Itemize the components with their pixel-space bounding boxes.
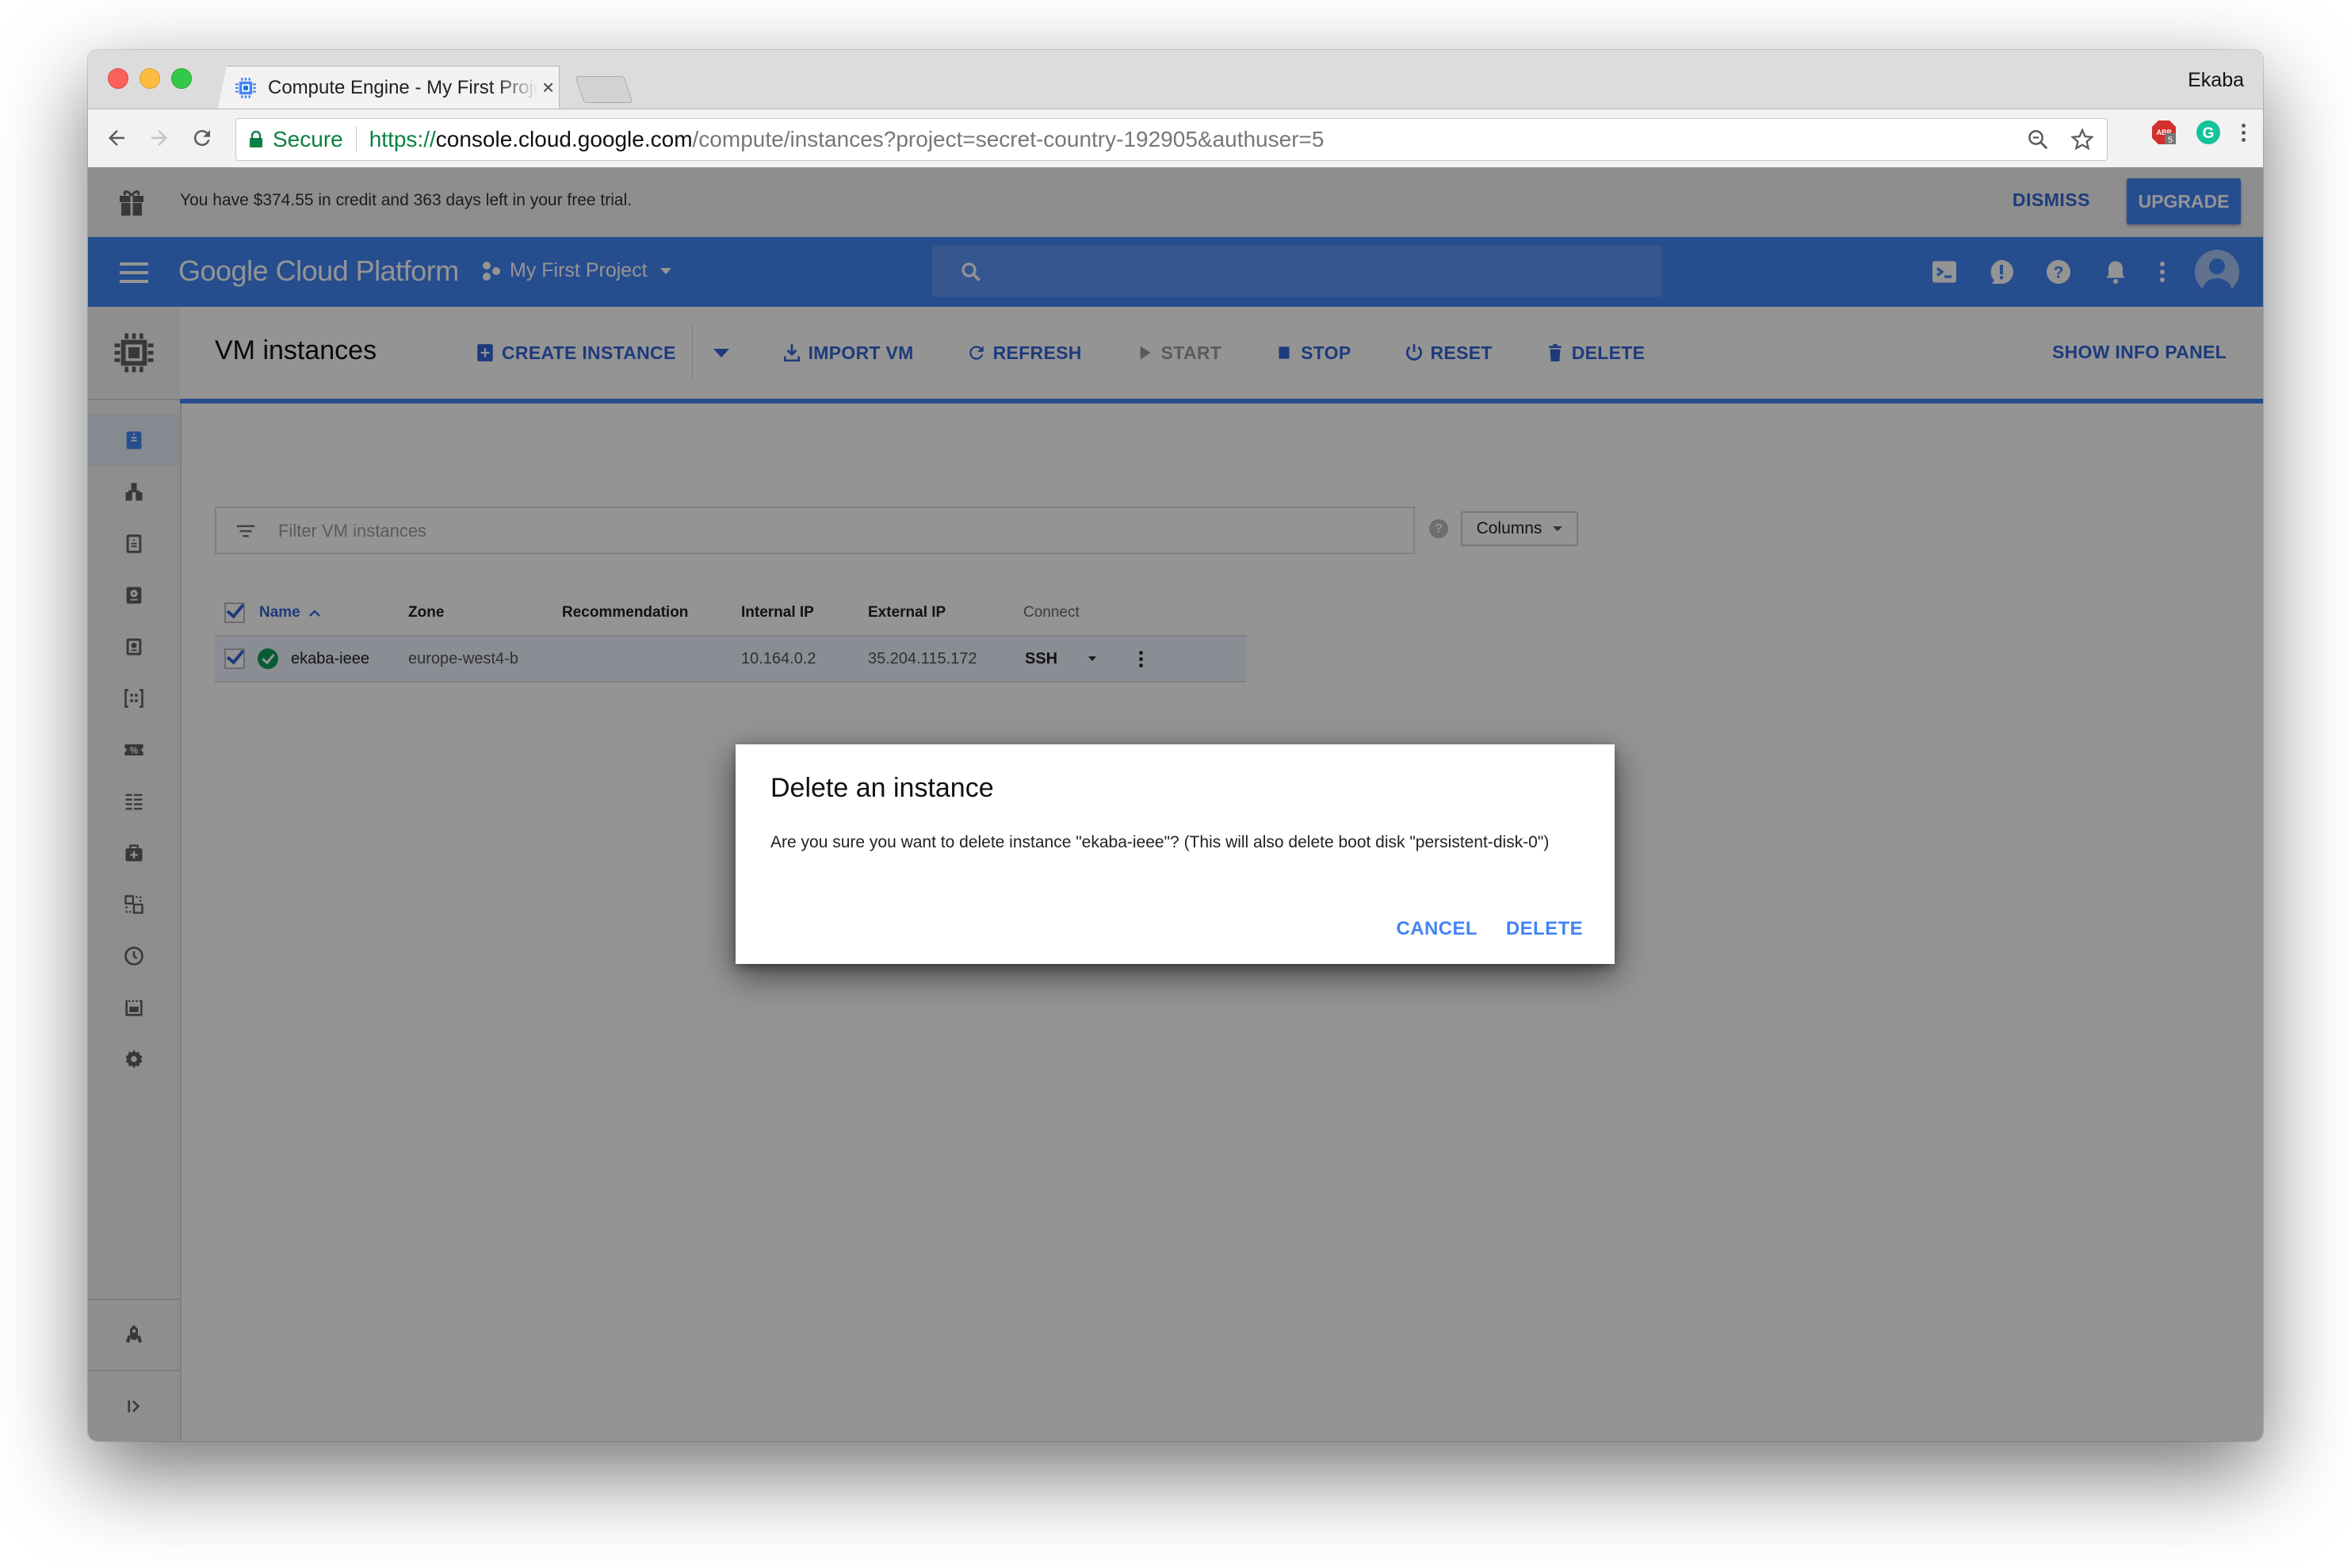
back-button[interactable] — [101, 122, 132, 154]
bookmark-star-icon[interactable] — [2070, 128, 2094, 151]
extension-icons: ABP 5 G — [2150, 119, 2247, 146]
tab-title: Compute Engine - My First Project — [268, 76, 537, 98]
dialog-title: Delete an instance — [770, 773, 994, 803]
url-text[interactable]: https://console.cloud.google.com/compute… — [369, 127, 1325, 152]
reload-icon — [193, 130, 210, 147]
reload-button[interactable] — [186, 122, 218, 154]
browser-profile-name[interactable]: Ekaba — [2188, 69, 2244, 92]
browser-window: Compute Engine - My First Project × Ekab… — [88, 50, 2263, 1441]
forward-button[interactable] — [143, 122, 175, 154]
cancel-button[interactable]: CANCEL — [1397, 918, 1477, 940]
tab-close-icon[interactable]: × — [542, 75, 554, 100]
omnibox-icons — [2026, 119, 2094, 160]
arrow-left-icon — [109, 130, 124, 146]
delete-instance-dialog: Delete an instance Are you sure you want… — [736, 744, 1615, 964]
url-path: /compute/instances?project=secret-countr… — [692, 127, 1325, 151]
url-scheme: https:// — [369, 127, 436, 151]
grammarly-extension-icon[interactable]: G — [2195, 119, 2222, 146]
arrow-right-icon — [151, 130, 167, 146]
browser-menu-icon[interactable] — [2239, 119, 2247, 146]
minimize-window-button[interactable] — [140, 68, 160, 89]
dialog-actions: CANCEL DELETE — [1397, 918, 1583, 940]
svg-text:G: G — [2203, 125, 2215, 142]
confirm-delete-button[interactable]: DELETE — [1506, 918, 1583, 940]
tab-strip: Compute Engine - My First Project × Ekab… — [88, 50, 2263, 110]
compute-engine-favicon-icon — [235, 77, 256, 98]
zoom-icon[interactable] — [2026, 128, 2050, 151]
page-content: You have $374.55 in credit and 363 days … — [88, 167, 2263, 1441]
adblock-extension-icon[interactable]: ABP 5 — [2150, 119, 2177, 146]
secure-label: Secure — [273, 127, 343, 151]
browser-toolbar: Secure https://console.cloud.google.com/… — [88, 109, 2263, 168]
url-host: console.cloud.google.com — [435, 127, 693, 151]
dialog-message: Are you sure you want to delete instance… — [770, 833, 1550, 851]
omnibox-separator — [355, 127, 357, 152]
zoom-window-button[interactable] — [171, 68, 192, 89]
address-bar[interactable]: Secure https://console.cloud.google.com/… — [235, 118, 2108, 161]
browser-tab-content[interactable]: Compute Engine - My First Project × — [225, 66, 554, 109]
new-tab-button[interactable] — [575, 76, 633, 103]
adblock-badge: 5 — [2168, 136, 2173, 145]
lock-icon — [250, 131, 262, 147]
close-window-button[interactable] — [108, 68, 128, 89]
